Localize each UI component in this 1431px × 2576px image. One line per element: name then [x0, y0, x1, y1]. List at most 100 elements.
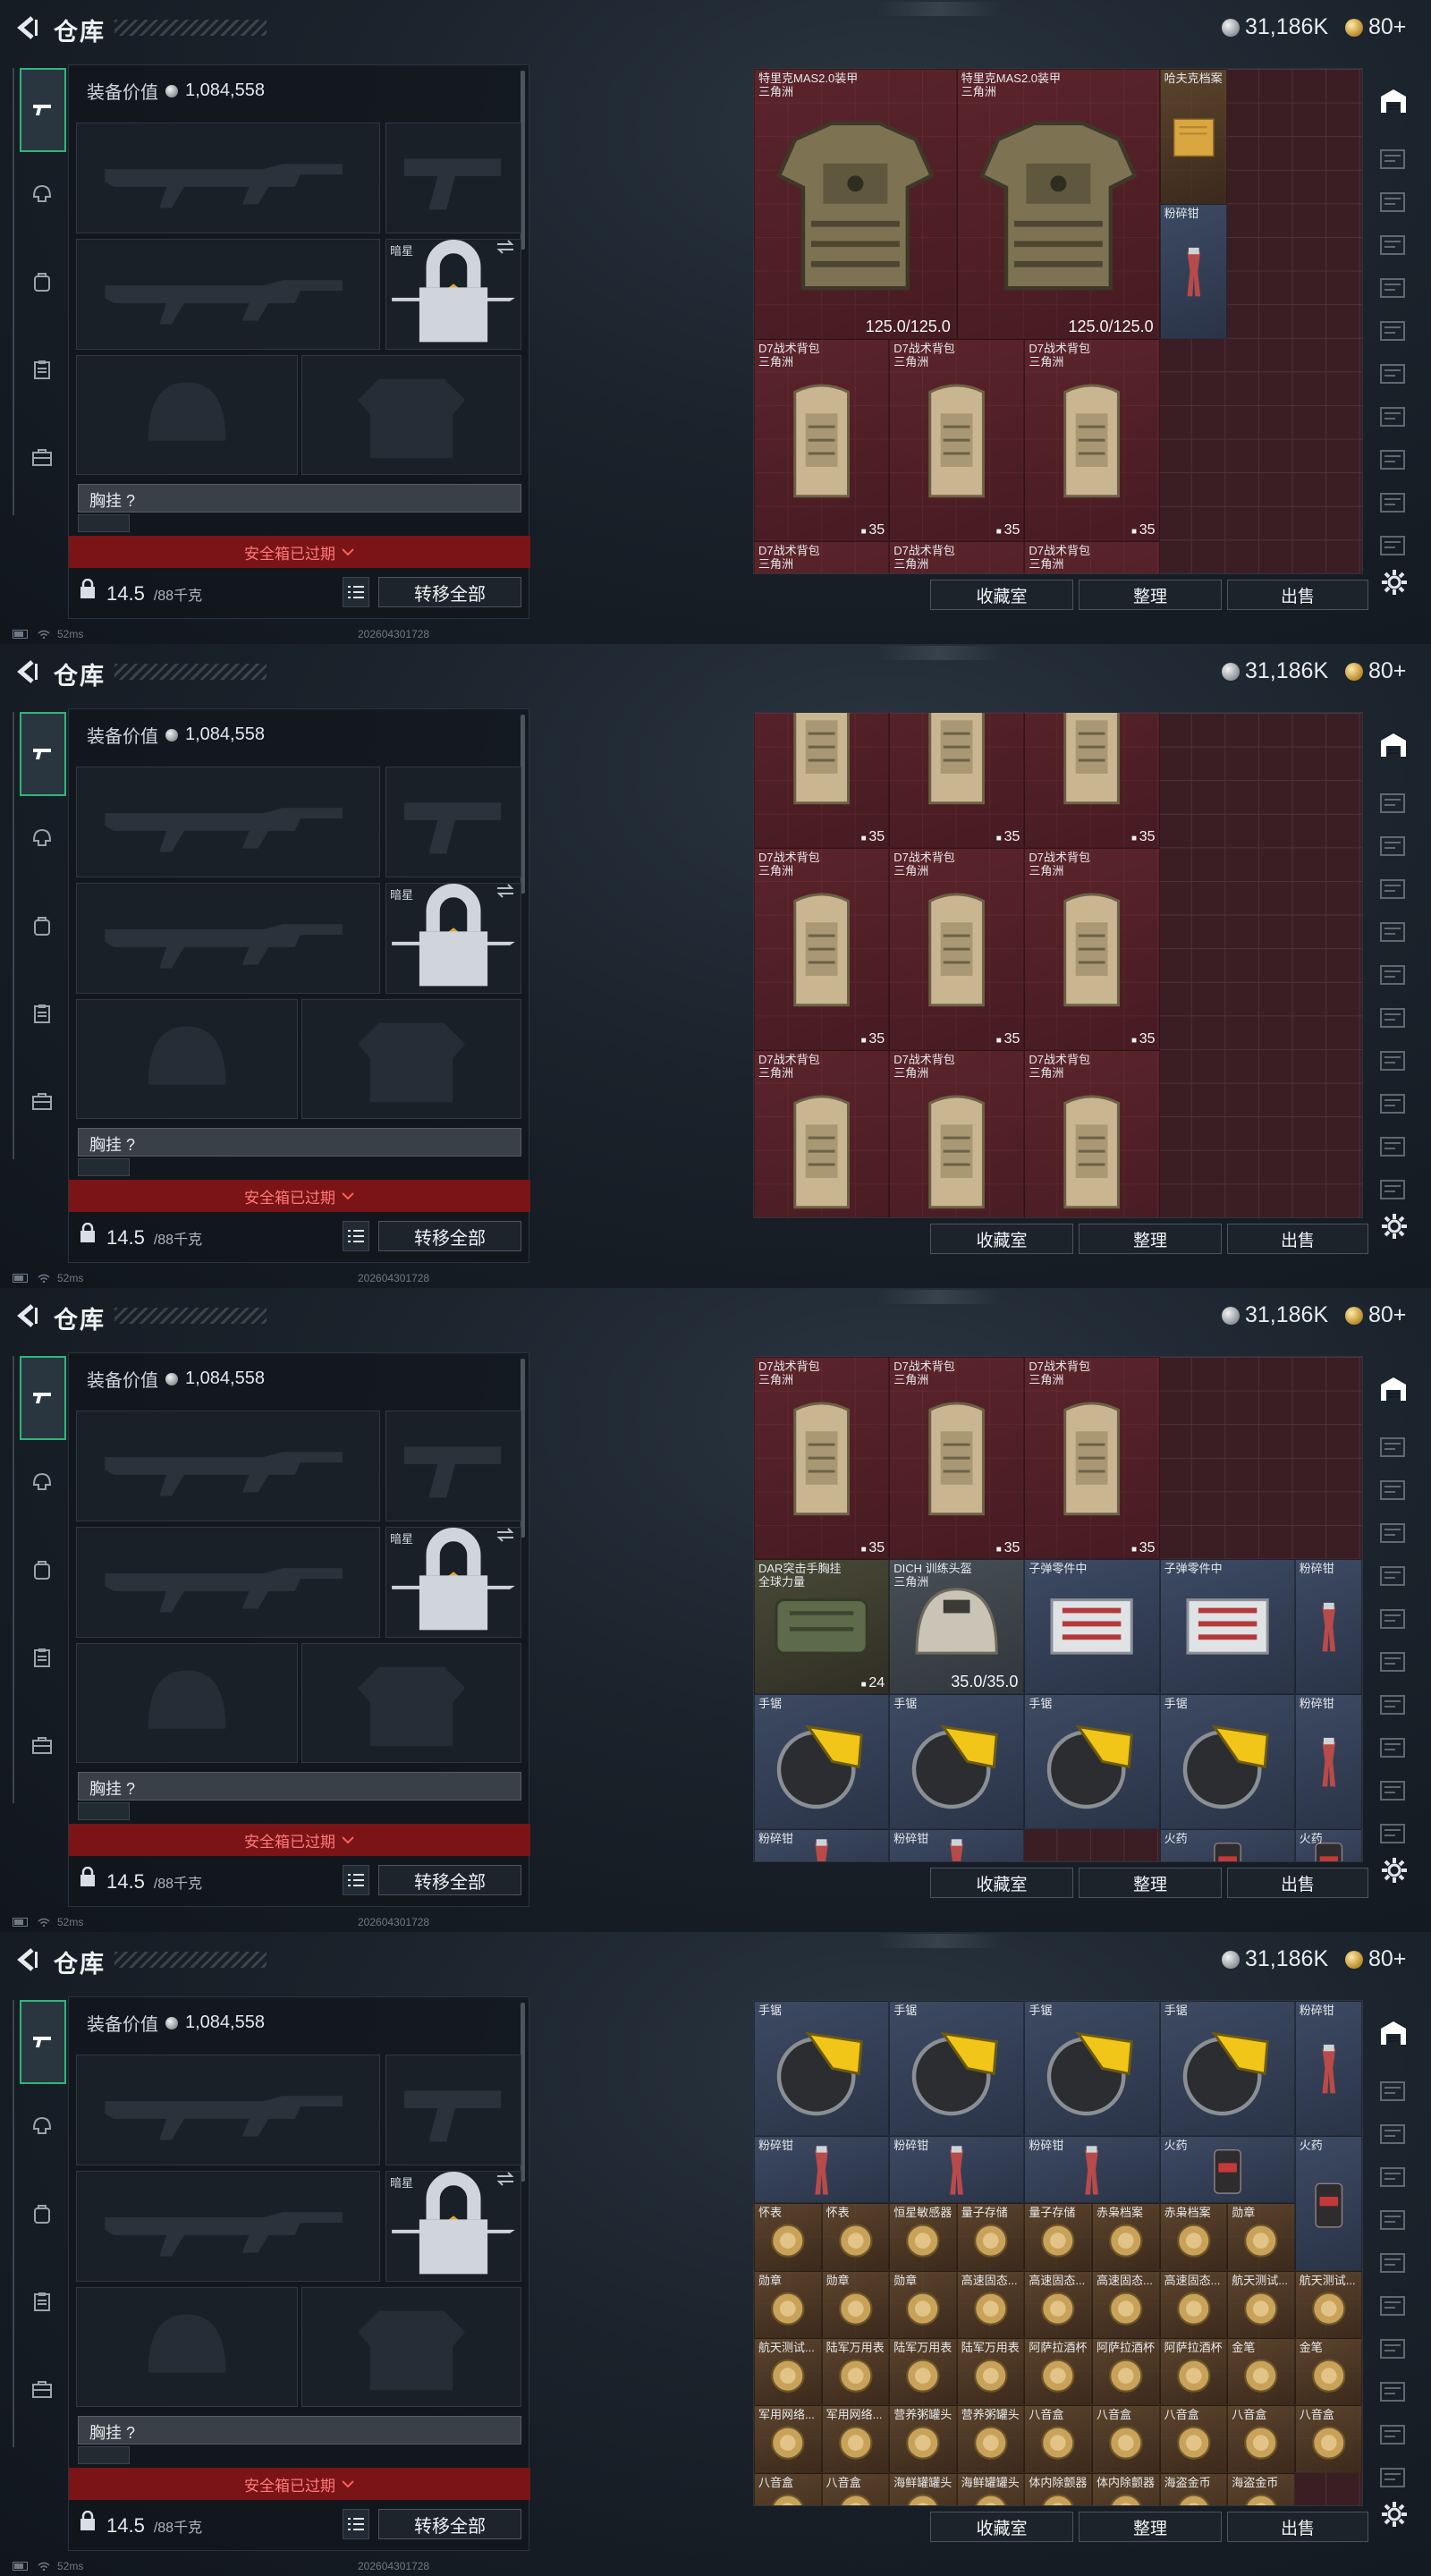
sidearm-slot[interactable] — [385, 1411, 521, 1521]
storage-item[interactable]: 子弹零件中 — [1024, 1559, 1160, 1694]
sidearm-slot[interactable] — [385, 767, 521, 877]
secondary-weapon-slot[interactable] — [76, 883, 380, 994]
chest-rig-subslot[interactable] — [78, 2446, 130, 2464]
gold-currency[interactable]: 80+ — [1345, 14, 1406, 40]
storage-page-tab[interactable] — [1376, 2290, 1411, 2320]
storage-item[interactable]: 军用网络... — [821, 2405, 890, 2473]
secondary-weapon-slot[interactable] — [76, 1527, 380, 1638]
tab-bag[interactable] — [20, 903, 64, 948]
tab-clipboard[interactable] — [20, 1635, 64, 1680]
storage-item[interactable]: 特里克MAS2.0装甲 三角洲 125.0/125.0 — [754, 69, 957, 339]
storage-item[interactable]: 粉碎钳 — [1024, 2135, 1160, 2204]
storage-page-tab[interactable] — [1376, 487, 1411, 517]
storage-item[interactable]: 陆军万用表 — [889, 2338, 957, 2406]
storage-item[interactable]: 八音盒 — [1024, 2405, 1092, 2473]
storage-item[interactable]: 金笔 — [1227, 2338, 1295, 2406]
chest-rig-slot[interactable]: 胸挂 ? — [78, 1128, 521, 1157]
storage-item[interactable]: 高速固态... — [1092, 2270, 1160, 2338]
tab-main-storage[interactable] — [1376, 2018, 1411, 2048]
storage-item[interactable]: 航天测试... — [1294, 2270, 1362, 2338]
storage-page-tab[interactable] — [1376, 1646, 1411, 1676]
storage-item[interactable]: 陆军万用表 — [821, 2338, 890, 2406]
storage-grid[interactable]: 特里克MAS2.0装甲 三角洲 125.0/125.0 特里克MAS2.0装甲 三角洲 1… — [753, 68, 1363, 574]
storage-grid[interactable]: ■ 35 ■ 35 ■ 35 D7战术背包 三角洲 ■ 35 D7战术背包 三角洲 ■ 35 D7… — [753, 712, 1363, 1218]
storage-page-tab[interactable] — [1376, 916, 1411, 946]
chest-rig-subslot[interactable] — [78, 1158, 130, 1176]
storage-item[interactable]: 勋章 — [754, 2270, 822, 2338]
storage-item[interactable]: 量子存储 — [956, 2203, 1025, 2271]
storage-item[interactable]: D7战术背包 三角洲 — [754, 540, 890, 573]
storage-item[interactable]: 勋章 — [1227, 2203, 1295, 2271]
storage-item[interactable]: 手锯 — [889, 2001, 1025, 2136]
safebox-expired-banner[interactable]: 安全箱已过期 — [69, 1824, 530, 1856]
tab-helmet[interactable] — [20, 2104, 64, 2148]
storage-item[interactable]: D7战术背包 三角洲 — [754, 1050, 890, 1217]
storage-item[interactable]: D7战术背包 三角洲 ■ 35 — [754, 847, 890, 1050]
storage-item[interactable]: 哈夫克档案 — [1159, 69, 1228, 204]
storage-item[interactable]: 特里克MAS2.0装甲 三角洲 125.0/125.0 — [956, 69, 1160, 339]
chest-rig-subslot[interactable] — [78, 514, 130, 532]
armor-slot[interactable] — [301, 1643, 521, 1763]
storage-item[interactable]: 海鲜罐罐头 — [956, 2472, 1025, 2505]
tab-case[interactable] — [20, 1079, 64, 1123]
storage-item[interactable]: D7战术背包 三角洲 ■ 35 — [889, 338, 1025, 541]
storage-item[interactable]: 阿萨拉酒杯 — [1092, 2338, 1160, 2406]
tab-clipboard[interactable] — [20, 2279, 64, 2324]
storage-page-tab[interactable] — [1376, 1517, 1411, 1547]
sell-button[interactable]: 出售 — [1227, 1224, 1368, 1254]
storage-item[interactable]: 海鲜罐罐头 — [889, 2472, 957, 2505]
storage-item[interactable]: 粉碎钳 — [754, 2135, 890, 2204]
sort-button[interactable]: 整理 — [1079, 580, 1222, 610]
tab-clipboard[interactable] — [20, 347, 64, 392]
storage-item[interactable]: 手锯 — [754, 2001, 890, 2136]
tab-case[interactable] — [20, 2367, 64, 2411]
back-button[interactable] — [13, 13, 43, 43]
sell-button[interactable]: 出售 — [1227, 580, 1368, 610]
storage-page-tab[interactable] — [1376, 1088, 1411, 1118]
melee-slot[interactable]: 暗星 — [385, 883, 521, 994]
storage-item[interactable]: 勋章 — [889, 2270, 957, 2338]
back-button[interactable] — [13, 1301, 43, 1331]
back-button[interactable] — [13, 657, 43, 687]
storage-item[interactable]: 恒星敏感器 — [889, 2203, 957, 2271]
storage-item[interactable]: 体内除颤器 — [1092, 2472, 1160, 2505]
storage-item[interactable]: 高速固态... — [1159, 2270, 1228, 2338]
storage-item[interactable]: 陆军万用表 — [956, 2338, 1025, 2406]
storage-page-tab[interactable] — [1376, 1603, 1411, 1633]
sell-button[interactable]: 出售 — [1227, 2512, 1368, 2542]
storage-item[interactable]: 手锯 — [1159, 1694, 1295, 1829]
storage-item[interactable]: 火药 — [1159, 2135, 1295, 2204]
storage-item[interactable]: DICH 训练头盔 三角洲 35.0/35.0 — [889, 1559, 1025, 1694]
storage-item[interactable]: 手锯 — [1159, 2001, 1295, 2136]
storage-page-tab[interactable] — [1376, 358, 1411, 388]
storage-page-tab[interactable] — [1376, 1818, 1411, 1848]
storage-item[interactable]: 粉碎钳 — [1294, 1559, 1362, 1694]
storage-page-tab[interactable] — [1376, 1131, 1411, 1161]
storage-item[interactable]: D7战术背包 三角洲 — [1024, 540, 1160, 573]
storage-item[interactable]: 海盗金币 — [1227, 2472, 1295, 2505]
storage-item[interactable]: 手锯 — [1024, 2001, 1160, 2136]
tab-helmet[interactable] — [20, 172, 64, 216]
storage-page-tab[interactable] — [1376, 1560, 1411, 1590]
armor-slot[interactable] — [301, 999, 521, 1119]
sort-button[interactable]: 整理 — [1079, 2512, 1222, 2542]
storage-page-tab[interactable] — [1376, 1775, 1411, 1805]
storage-grid[interactable]: D7战术背包 三角洲 ■ 35 D7战术背包 三角洲 ■ 35 D7战术背包 三角洲 ■ 35 D… — [753, 1356, 1363, 1862]
storage-page-tab[interactable] — [1376, 530, 1411, 560]
secondary-weapon-slot[interactable] — [76, 239, 380, 350]
tab-weapons[interactable] — [20, 712, 66, 796]
melee-slot[interactable]: 暗星 — [385, 239, 521, 350]
storage-item[interactable]: 金笔 — [1294, 2338, 1362, 2406]
storage-item[interactable]: 八音盒 — [1294, 2405, 1362, 2473]
sort-button[interactable]: 整理 — [1079, 1868, 1222, 1898]
primary-weapon-slot[interactable] — [76, 767, 380, 877]
storage-item[interactable]: 粉碎钳 — [1159, 203, 1228, 339]
storage-item[interactable]: ■ 35 — [754, 713, 890, 848]
storage-item[interactable]: 怀表 — [754, 2203, 822, 2271]
storage-page-tab[interactable] — [1376, 186, 1411, 216]
collection-room-button[interactable]: 收藏室 — [930, 1868, 1073, 1898]
storage-item[interactable]: D7战术背包 三角洲 ■ 35 — [889, 1357, 1025, 1560]
settings-gear-icon[interactable] — [1379, 1211, 1410, 1241]
tab-bag[interactable] — [20, 259, 64, 304]
storage-page-tab[interactable] — [1376, 1045, 1411, 1075]
